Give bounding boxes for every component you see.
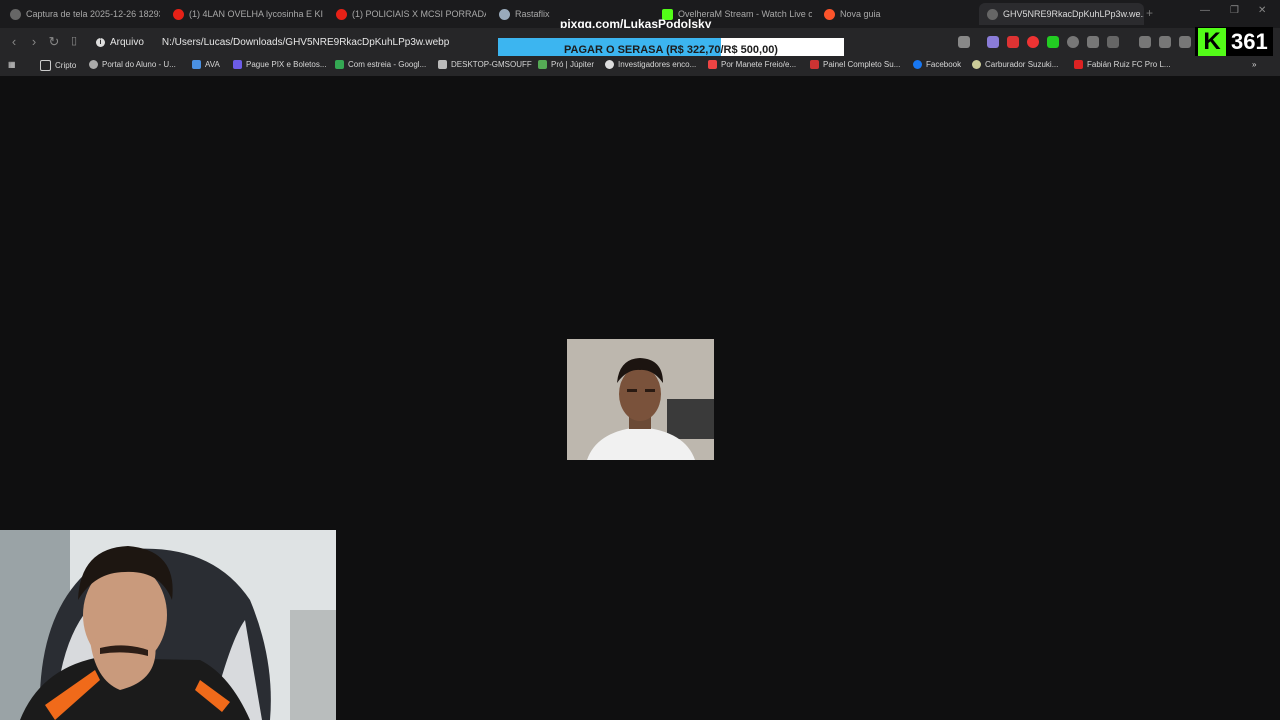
remote-desktop-icon xyxy=(438,60,447,69)
bookmark-desktop[interactable]: DESKTOP-GMSOUFF xyxy=(438,60,532,69)
bookmark-label: Facebook xyxy=(926,60,962,69)
maximize-icon[interactable]: ❐ xyxy=(1230,5,1239,16)
tab-youtube-2[interactable]: (1) POLICIAIS X MCSI PORRADA CO... xyxy=(336,3,486,25)
scheme-label: Arquivo xyxy=(110,36,144,48)
bookmark-label: Cripto xyxy=(55,61,77,70)
bookmark-cripto[interactable]: Cripto xyxy=(40,60,76,71)
bookmark-manete[interactable]: Por Manete Freio/e... xyxy=(708,60,796,69)
bookmark-carburador[interactable]: Carburador Suzuki... xyxy=(972,60,1058,69)
brave-icon xyxy=(824,8,835,20)
apps-icon[interactable]: ▦ xyxy=(8,60,16,69)
bookmark-label: Fabián Ruiz FC Pro L... xyxy=(1087,60,1171,69)
tab-title: Nova guia xyxy=(840,9,881,19)
tab-title: (1) 4LAN OVELHA lycosinha E KIKIR... xyxy=(189,9,323,19)
bookmark-portal[interactable]: Portal do Aluno - U... xyxy=(89,60,176,69)
kick-logo: K xyxy=(1198,28,1226,56)
new-tab-button[interactable]: + xyxy=(1146,6,1153,20)
tab-screenshot[interactable]: Captura de tela 2025-12-26 182933... xyxy=(10,3,160,25)
bookmark-investigadores[interactable]: Investigadores enco... xyxy=(605,60,696,69)
pix-icon xyxy=(233,60,242,69)
bookmark-facebook[interactable]: Facebook xyxy=(913,60,961,69)
puzzle-icon[interactable] xyxy=(1087,36,1099,48)
globe-icon xyxy=(89,60,98,69)
tab-new[interactable]: Nova guia xyxy=(824,3,974,25)
facebook-icon xyxy=(913,60,922,69)
google-icon xyxy=(605,60,614,69)
bookmark-label: Com estreia - Googl... xyxy=(348,60,427,69)
reload-icon[interactable]: ↻ xyxy=(46,34,62,50)
tab-title: GHV5NRE9RkacDpKuhLPp3w.we... xyxy=(1003,9,1144,19)
info-icon[interactable]: i xyxy=(96,37,105,47)
cast-icon[interactable] xyxy=(1107,36,1119,48)
extension-icon[interactable] xyxy=(1007,36,1019,48)
shop-icon xyxy=(972,60,981,69)
globe-icon xyxy=(10,8,21,20)
bookmark-label: Por Manete Freio/e... xyxy=(721,60,797,69)
tab-title: (1) POLICIAIS X MCSI PORRADA CO... xyxy=(352,9,486,19)
play-extension-icon[interactable] xyxy=(1047,36,1059,48)
tab-active-image[interactable]: GHV5NRE9RkacDpKuhLPp3w.we... ✕ xyxy=(979,3,1144,25)
forward-icon[interactable]: › xyxy=(26,34,42,49)
jupiter-icon xyxy=(538,60,547,69)
url-text: N:/Users/Lucas/Downloads/GHV5NRE9RkacDpK… xyxy=(161,36,450,48)
shop-icon xyxy=(810,60,819,69)
youtube-icon xyxy=(336,8,347,20)
bookmark-label: Pró | Júpiter xyxy=(551,60,594,69)
media-icon[interactable] xyxy=(1159,36,1171,48)
bookmark-jupiter[interactable]: Pró | Júpiter xyxy=(538,60,594,69)
extension-icon[interactable] xyxy=(987,36,999,48)
bookmark-fabian-ruiz[interactable]: Fabián Ruiz FC Pro L... xyxy=(1074,60,1171,69)
fc-icon xyxy=(1074,60,1083,69)
youtube-icon xyxy=(173,8,184,20)
extension-icon[interactable] xyxy=(1067,36,1079,48)
bookmark-label: AVA xyxy=(205,60,220,69)
download-icon[interactable] xyxy=(1139,36,1151,48)
kick-viewer-badge: K 361 xyxy=(1195,27,1273,57)
shop-icon xyxy=(708,60,717,69)
webcam-illustration xyxy=(0,530,336,720)
bookmark-label: Pague PIX e Boletos... xyxy=(246,60,327,69)
shield-icon[interactable] xyxy=(958,36,970,48)
bookmark-label: Carburador Suzuki... xyxy=(985,60,1059,69)
rastaflix-icon xyxy=(499,8,510,20)
drive-icon xyxy=(335,60,344,69)
more-bookmarks-icon[interactable]: » xyxy=(1252,60,1256,69)
globe-icon xyxy=(987,8,998,20)
tab-title: Captura de tela 2025-12-26 182933... xyxy=(26,9,160,19)
bookmark-icon[interactable]: ▯ xyxy=(66,34,82,47)
bookmark-painel[interactable]: Painel Completo Su... xyxy=(810,60,900,69)
minimize-icon[interactable]: — xyxy=(1200,5,1210,16)
bookmark-ava[interactable]: AVA xyxy=(192,60,220,69)
extension-icon[interactable] xyxy=(1027,36,1039,48)
bookmark-google-drive[interactable]: Com estreia - Googl... xyxy=(335,60,426,69)
sidebar-icon[interactable] xyxy=(1179,36,1191,48)
tab-title: Rastaflix xyxy=(515,9,550,19)
viewed-photo xyxy=(567,339,714,460)
tab-youtube-1[interactable]: (1) 4LAN OVELHA lycosinha E KIKIR... xyxy=(173,3,323,25)
person-photo-illustration xyxy=(567,339,714,460)
bookmark-label: Painel Completo Su... xyxy=(823,60,901,69)
folder-icon xyxy=(40,60,51,71)
bookmark-pague-pix[interactable]: Pague PIX e Boletos... xyxy=(233,60,327,69)
streamer-webcam xyxy=(0,530,336,720)
bookmark-label: DESKTOP-GMSOUFF xyxy=(451,60,532,69)
ava-icon xyxy=(192,60,201,69)
back-icon[interactable]: ‹ xyxy=(6,34,22,49)
viewer-count: 361 xyxy=(1231,29,1268,54)
close-window-icon[interactable]: ✕ xyxy=(1258,5,1266,16)
bookmark-label: Investigadores enco... xyxy=(618,60,697,69)
bookmarks-bar: ▦ Cripto Portal do Aluno - U... AVA Pagu… xyxy=(0,56,1280,76)
bookmark-label: Portal do Aluno - U... xyxy=(102,60,176,69)
